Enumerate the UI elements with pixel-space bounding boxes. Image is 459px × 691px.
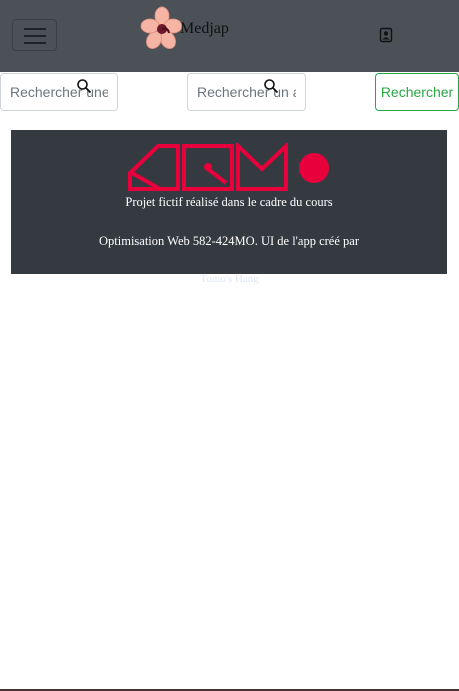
- top-navbar: Medjap: [0, 0, 459, 72]
- footer-card: Projet fictif réalisé dans le cadre du c…: [11, 130, 447, 274]
- search-input-2[interactable]: [187, 73, 306, 111]
- footer-text-line-2: Optimisation Web 582-424MO. UI de l'app …: [99, 234, 359, 248]
- footer-text-line-1: Projet fictif réalisé dans le cadre du c…: [125, 195, 333, 209]
- search-input-1[interactable]: [0, 73, 118, 111]
- hamburger-icon-bar: [24, 28, 46, 30]
- user-icon[interactable]: [378, 27, 394, 43]
- brand-name: Medjap: [180, 20, 229, 37]
- menu-toggle-button[interactable]: [12, 19, 57, 51]
- search-button[interactable]: Rechercher: [375, 73, 459, 111]
- aqm-logo-icon: [128, 143, 329, 191]
- hamburger-icon-bar: [24, 35, 46, 37]
- credit-link[interactable]: Tomo's Hang: [0, 273, 459, 285]
- flower-logo-icon: [140, 6, 183, 49]
- hamburger-icon-bar: [24, 42, 46, 44]
